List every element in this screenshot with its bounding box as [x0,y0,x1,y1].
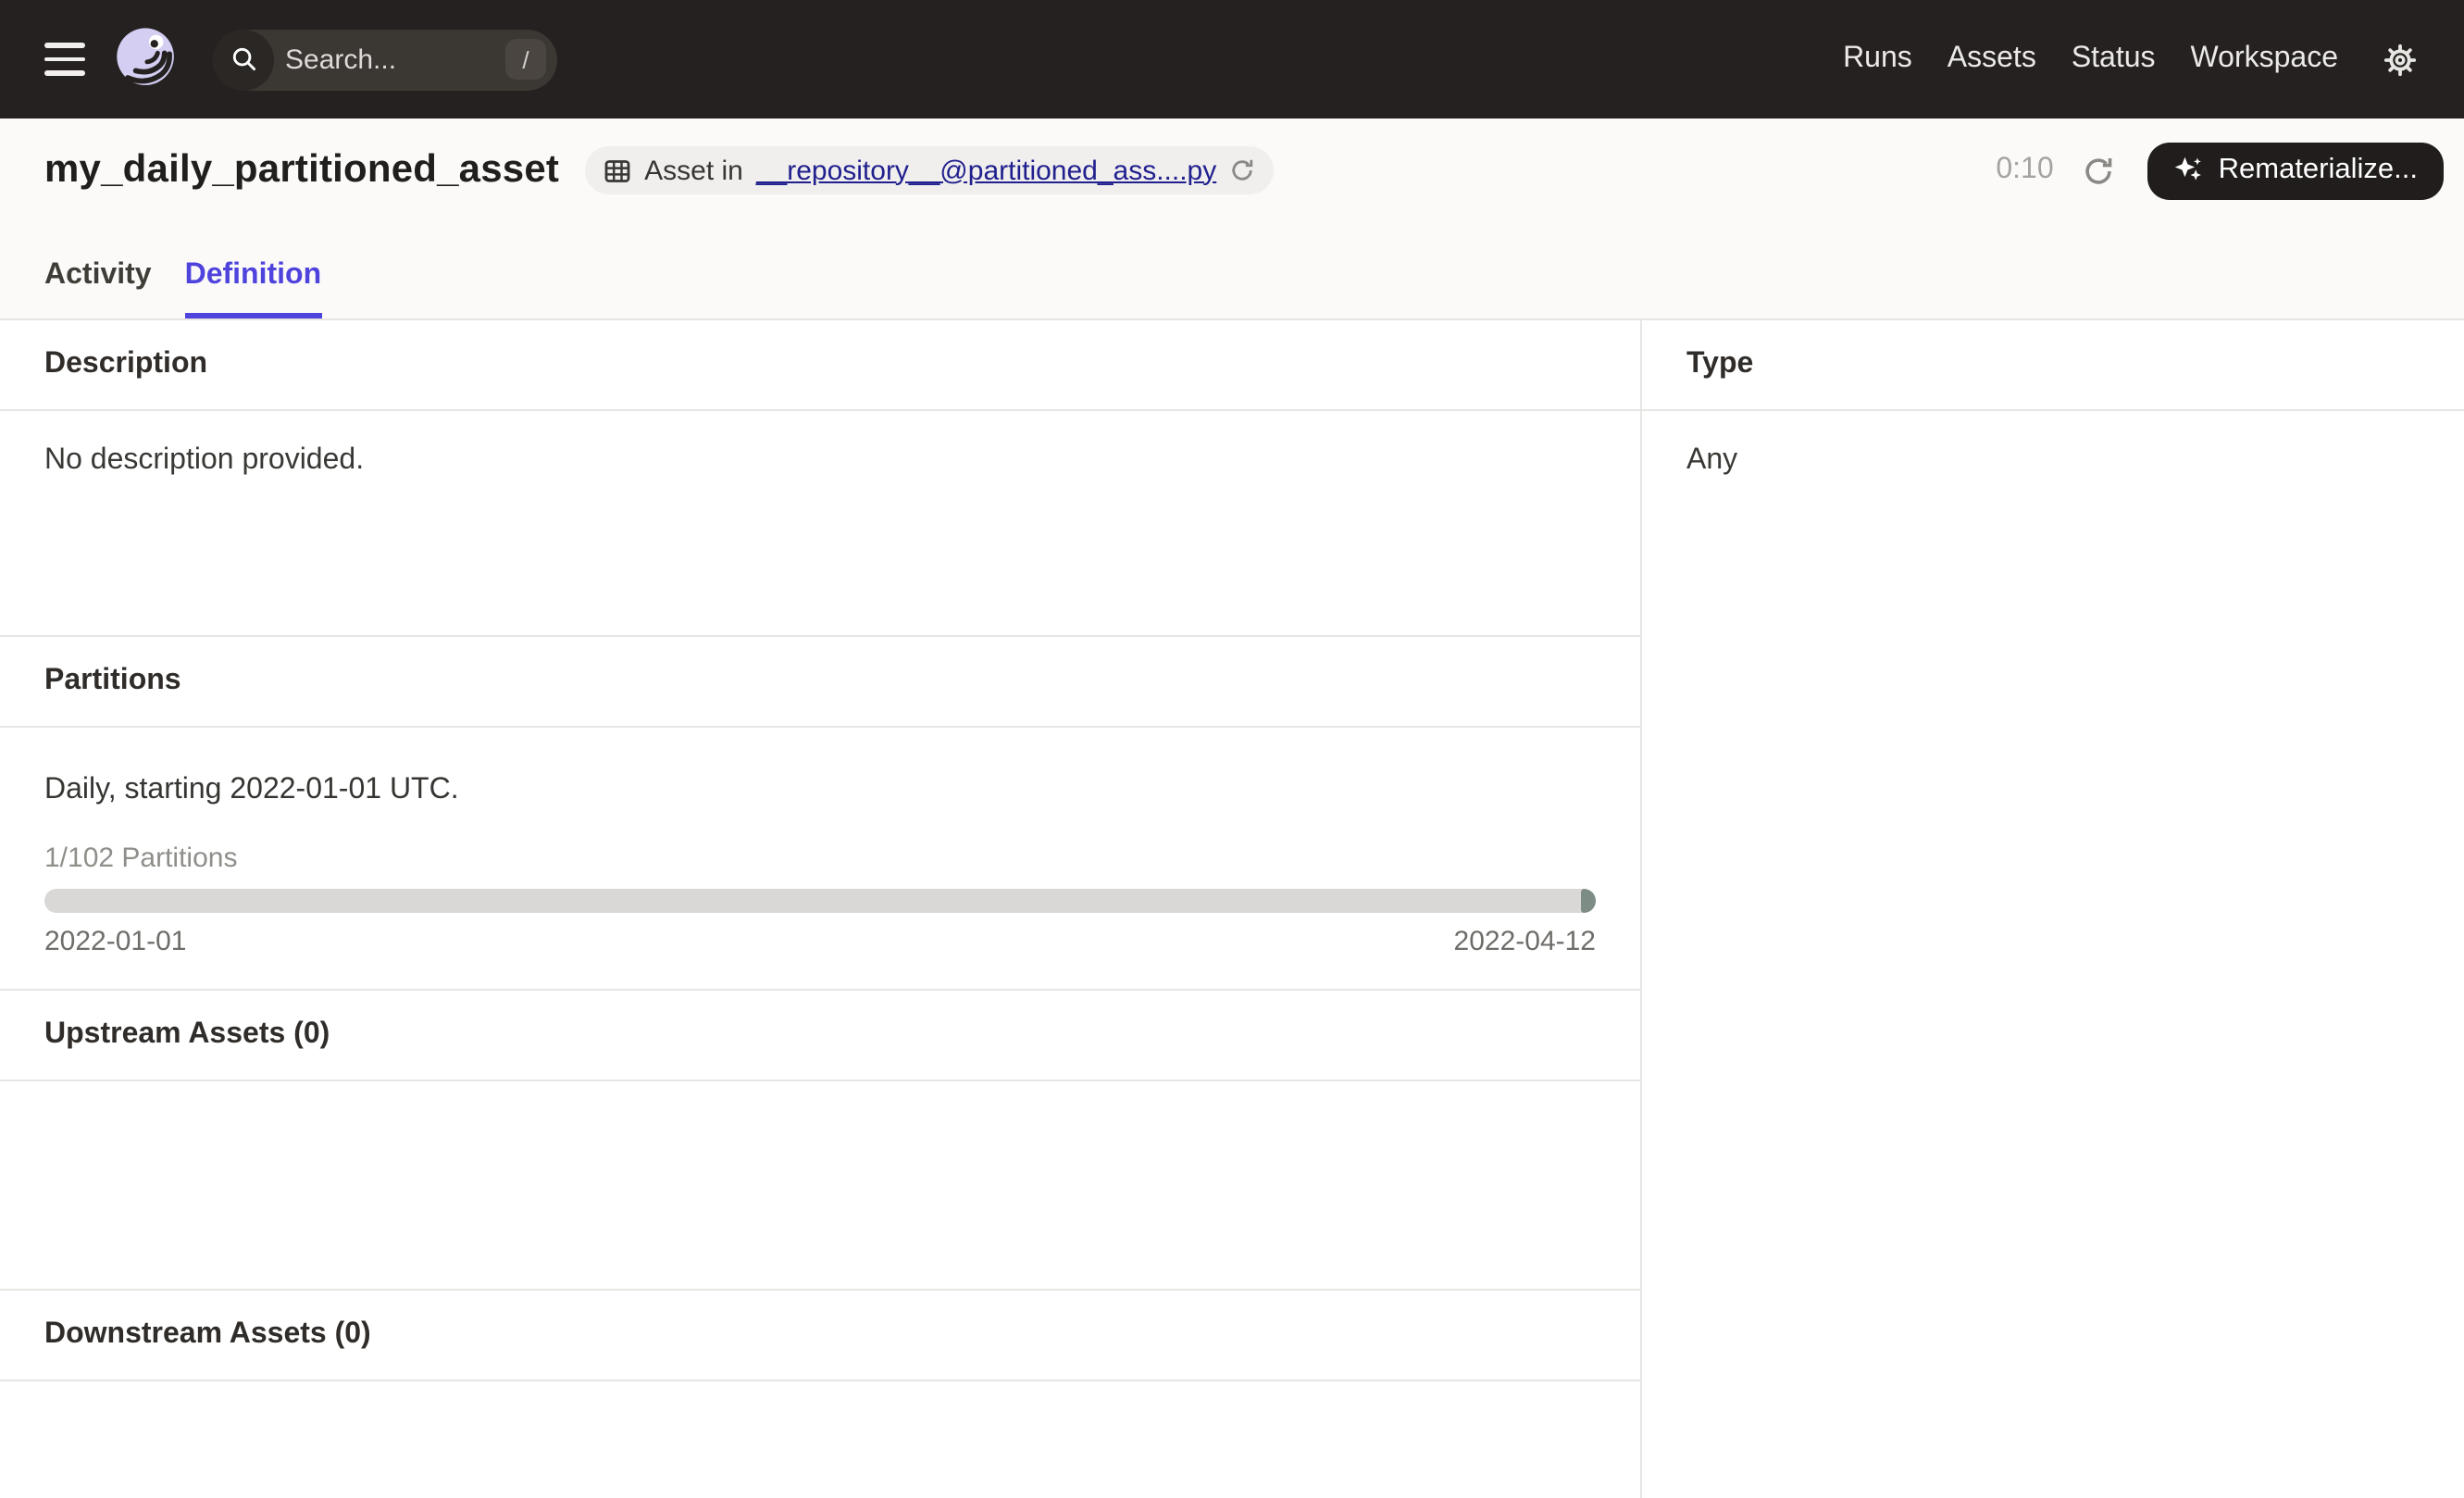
type-title: Type [1686,348,1753,381]
partition-range-end: 2022-04-12 [1454,926,1596,957]
upstream-body-empty [0,1081,1640,1291]
rematerialize-label: Rematerialize... [2219,154,2418,187]
partition-progress-fill [1581,889,1596,913]
rematerialize-button[interactable]: Rematerialize... [2148,142,2444,199]
asset-header: my_daily_partitioned_asset Asset in __re… [0,119,2464,320]
type-body: Any [1642,411,2464,478]
asset-location-badge[interactable]: Asset in __repository__@partitioned_ass.… [585,146,1274,194]
tab-activity[interactable]: Activity [44,233,152,318]
section-header-type: Type [1642,320,2464,411]
upstream-title: Upstream Assets (0) [44,1018,330,1052]
downstream-title: Downstream Assets (0) [44,1318,371,1352]
partition-schedule-text: Daily, starting 2022-01-01 UTC. [44,772,1596,809]
tab-definition[interactable]: Definition [185,233,322,318]
nav-item-assets[interactable]: Assets [1948,43,2036,76]
type-value: Any [1686,444,2420,478]
nav-item-workspace[interactable]: Workspace [2191,43,2338,76]
partition-range-start: 2022-01-01 [44,926,186,957]
repository-link[interactable]: __repository__@partitioned_ass....py [756,155,1216,186]
settings-gear-icon[interactable] [2383,42,2418,77]
dagster-asset-page: Search... / Runs Assets Status Workspace [0,0,2464,1498]
nav-item-runs[interactable]: Runs [1843,43,1912,76]
search-icon [213,29,274,90]
asset-badge-prefix: Asset in [644,155,743,186]
section-header-downstream: Downstream Assets (0) [0,1291,1640,1381]
asset-group-icon [604,156,631,184]
section-header-partitions: Partitions [0,637,1640,728]
partition-range: 2022-01-01 2022-04-12 [44,926,1596,957]
page-title: my_daily_partitioned_asset [44,148,559,193]
section-header-upstream: Upstream Assets (0) [0,991,1640,1081]
menu-hamburger-icon[interactable] [44,43,85,76]
description-title: Description [44,348,207,381]
partitions-title: Partitions [44,665,181,698]
nav-item-status[interactable]: Status [2072,43,2156,76]
partition-count-label: 1/102 Partitions [44,843,1596,876]
refresh-countdown: 0:10 [1996,154,2053,187]
definition-side-column: Type Any [1642,320,2464,1498]
downstream-body-empty [0,1381,1640,1498]
dagster-logo[interactable] [111,24,181,94]
sparkle-icon [2174,156,2204,185]
search-input[interactable]: Search... / [213,29,557,90]
reload-repository-icon[interactable] [1229,157,1255,183]
definition-main-column: Description No description provided. Par… [0,320,1642,1498]
description-body: No description provided. [0,411,1640,637]
asset-tabs: Activity Definition [44,233,2464,318]
search-placeholder: Search... [285,44,396,75]
top-navigation: Search... / Runs Assets Status Workspace [0,0,2464,119]
search-shortcut-badge: / [505,39,546,80]
refresh-icon[interactable] [2084,155,2115,186]
definition-content: Description No description provided. Par… [0,320,2464,1498]
section-header-description: Description [0,320,1640,411]
description-text: No description provided. [44,444,1596,478]
partitions-body: Daily, starting 2022-01-01 UTC. 1/102 Pa… [0,728,1640,991]
nav-links: Runs Assets Status Workspace [1843,43,2338,76]
partition-progress-bar [44,889,1596,913]
